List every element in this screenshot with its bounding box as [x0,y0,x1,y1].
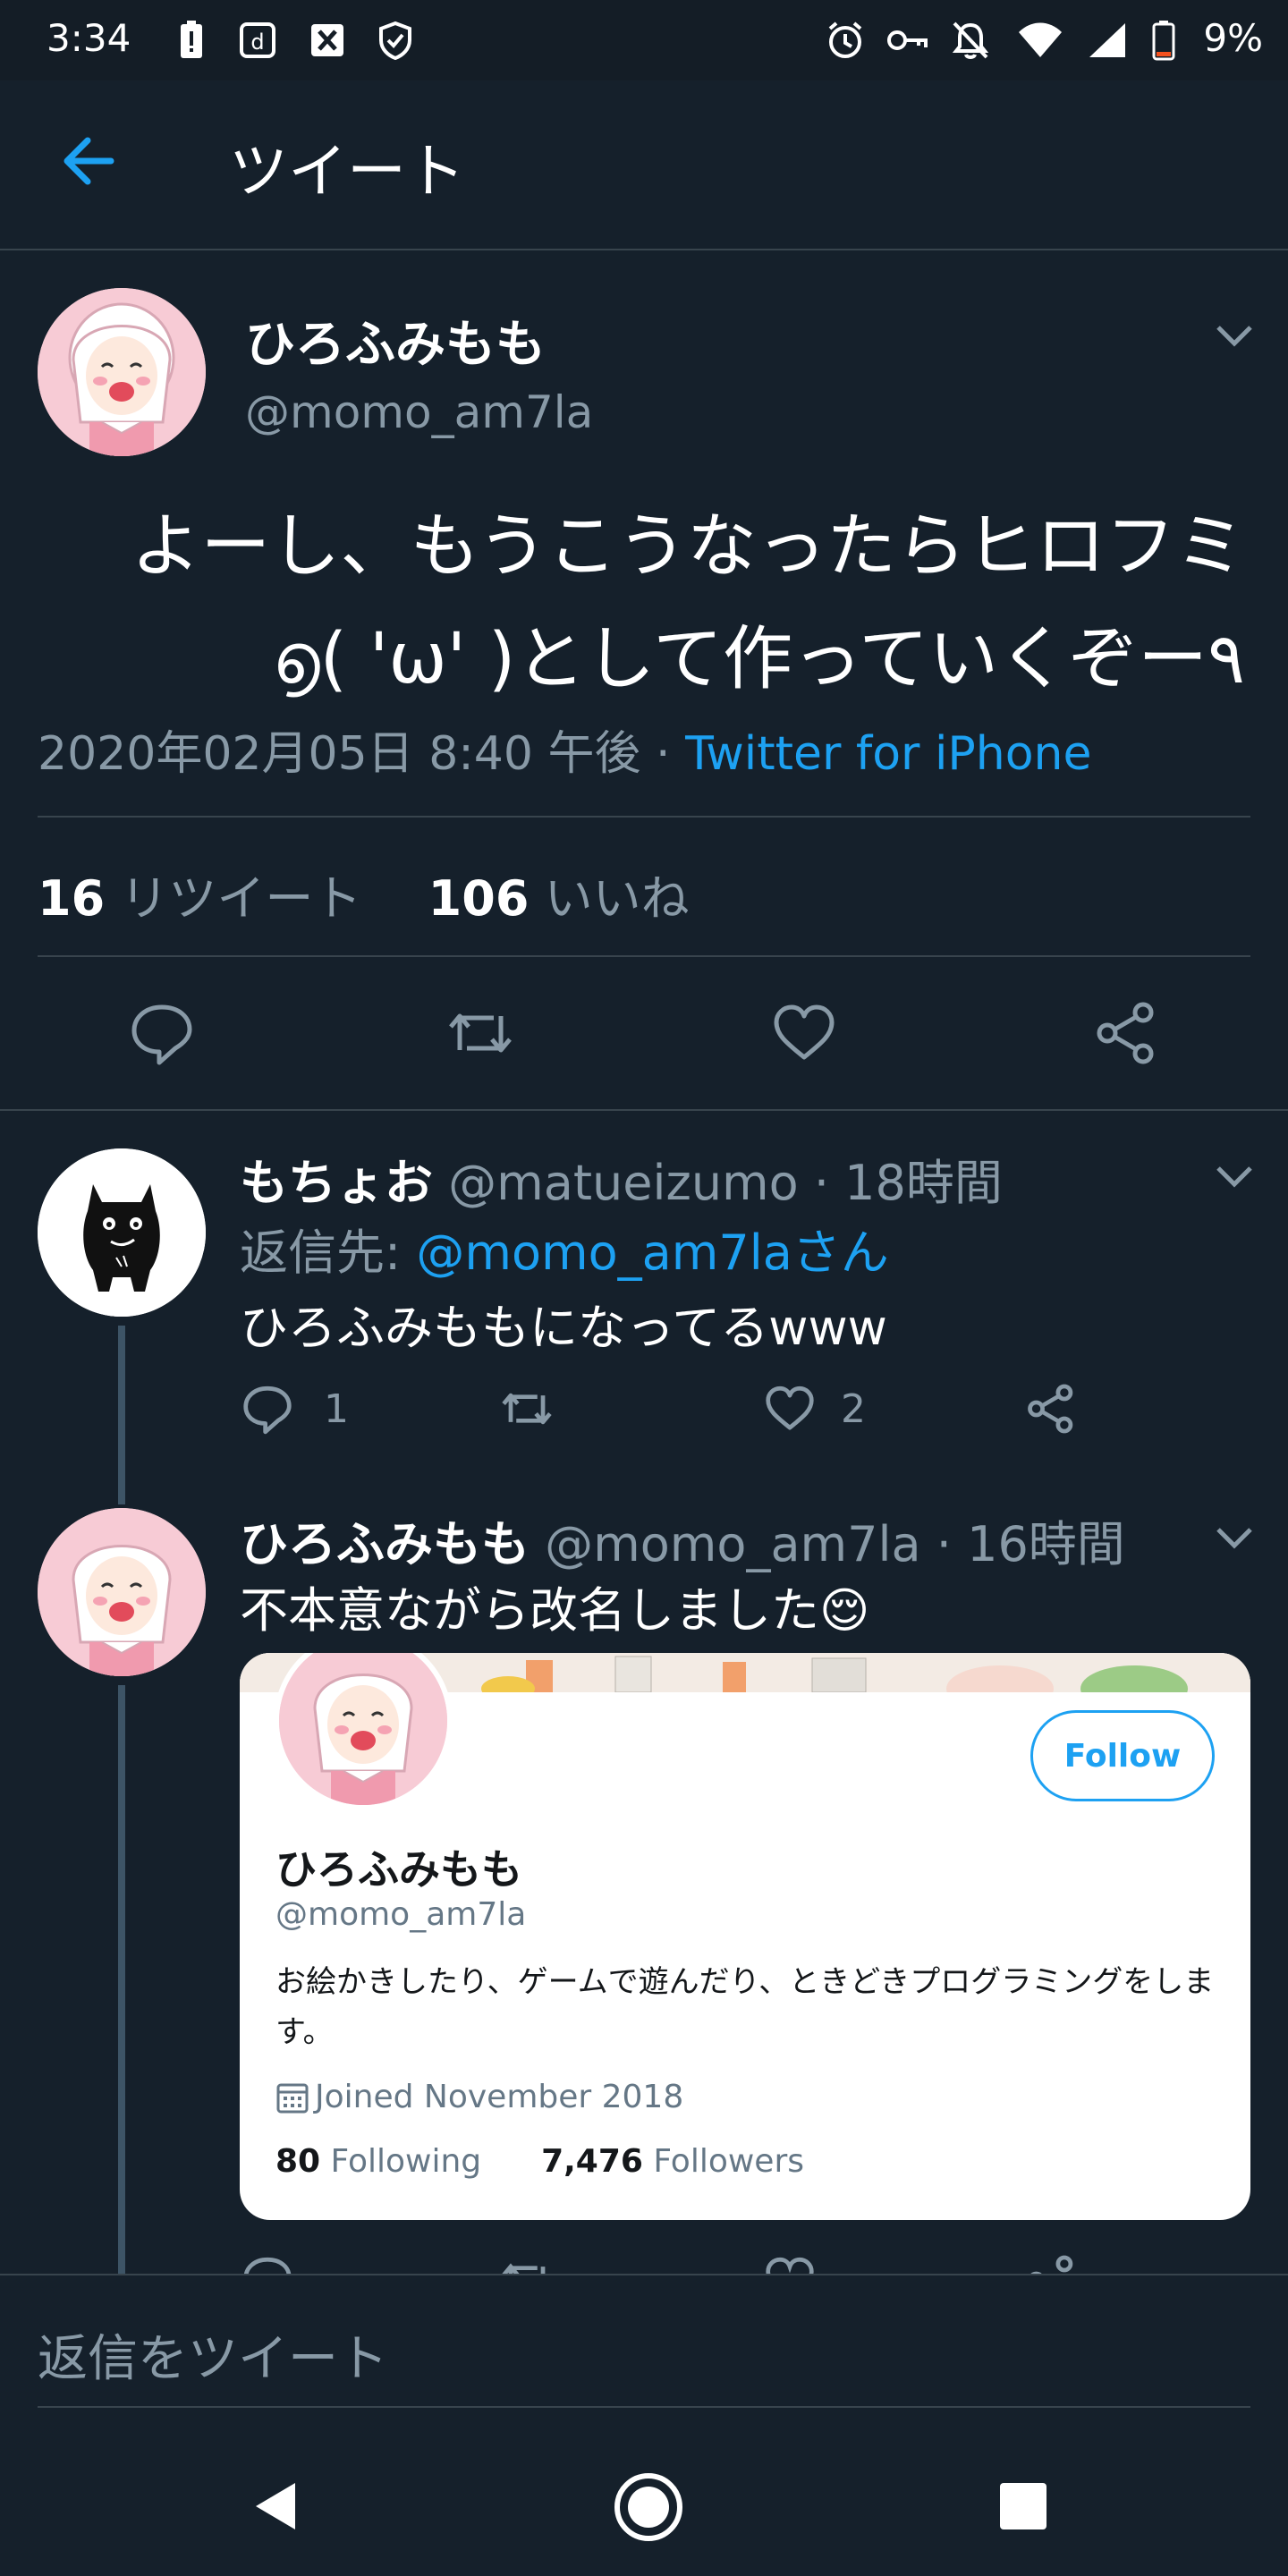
following-label: Following [320,2143,482,2180]
author-handle[interactable]: @momo_am7la [245,386,593,438]
reply-to-label: 返信先: [240,1224,417,1281]
followers-label: Followers [642,2143,805,2180]
reply-author-handle[interactable]: @matueizumo · 18時間 [433,1155,1003,1211]
reply-header: もちょお @matueizumo · 18時間 [240,1143,1003,1214]
like-icon[interactable] [764,1383,816,1435]
chevron-down-icon[interactable] [1215,1524,1254,1551]
reply-author-handle[interactable]: @momo_am7la · 16時間 [530,1516,1125,1572]
avatar[interactable] [38,1508,206,1676]
like-count[interactable]: 106 [428,870,530,927]
reply-to-link[interactable]: @momo_am7laさん [416,1224,888,1281]
tweet-timestamp: 2020年02月05日 8:40 午後 [38,727,641,781]
retweet-icon[interactable] [501,1383,553,1435]
reply-input-placeholder[interactable]: 返信をツイート [38,2318,388,2391]
thread-line [118,1326,125,1504]
status-bar: 3:34 d 9% [0,0,1288,80]
avatar [274,1653,453,1810]
reply-icon[interactable] [242,1383,293,1435]
card-profile-handle: @momo_am7la [275,1896,527,1933]
alarm-icon [825,20,866,61]
tweet-text-line-1: よーし、もうこうなったらヒロフミ [131,506,1245,587]
page-title: ツイート [229,137,465,206]
divider [38,955,1250,957]
retweet-icon[interactable] [447,1000,513,1066]
card-profile-bio: お絵かきしたり、ゲームで遊んだり、ときどきプログラミングをします。 [275,1964,1215,2050]
tweet-text-line-2: ൭( 'ω' )として作っていくぞー٩ [272,619,1245,699]
reply-author-name[interactable]: ひろふみもも [240,1516,530,1572]
notifications-off-icon [950,20,991,61]
follow-button[interactable]: Follow [1030,1710,1215,1801]
nav-back-icon[interactable] [250,2479,301,2533]
cell-signal-icon [1084,20,1129,61]
reply-icon[interactable] [129,1000,195,1066]
system-nav-bar [0,2408,1288,2576]
calendar-icon [275,2080,309,2114]
divider [38,816,1250,818]
tweet-source-link[interactable]: Twitter for iPhone [685,727,1091,781]
meta-separator: · [640,727,686,781]
share-icon[interactable] [1025,1383,1077,1435]
reply-text: ひろふみももになってるwww [240,1300,887,1356]
reply-text: 不本意ながら改名しました😌 [240,1582,870,1639]
tweet-text: よーし、もうこうなったらヒロフミ ൭( 'ω' )として作っていくぞー٩ [47,490,1245,716]
card-profile-name: ひろふみもも [275,1845,522,1894]
thread-line [118,1685,125,2274]
card-follow-stats: 80 Following 7,476 Followers [275,2143,804,2180]
retweet-count[interactable]: 16 [38,870,105,927]
card-joined-date: Joined November 2018 [315,2079,684,2115]
avatar[interactable] [38,1148,206,1317]
chevron-down-icon[interactable] [1215,1163,1254,1190]
reply-compose-bar[interactable]: 返信をツイート [0,2274,1288,2409]
nav-home-icon[interactable] [614,2472,683,2542]
author-name[interactable]: ひろふみもも [245,304,546,377]
followers-count: 7,476 [541,2143,643,2180]
like-label[interactable]: いいね [529,870,690,927]
status-time: 3:34 [47,16,131,60]
embedded-profile-card[interactable]: Follow ひろふみもも @momo_am7la お絵かきしたり、ゲームで遊ん… [240,1653,1250,2220]
following-count: 80 [275,2143,321,2180]
wifi-icon [1016,20,1064,61]
avatar[interactable] [38,288,206,456]
battery-low-icon [1150,20,1177,61]
share-icon[interactable] [1093,1000,1159,1066]
reply-count: 1 [324,1386,349,1432]
battery-percent: 9% [1203,16,1263,60]
retweet-label[interactable]: リツイート [105,870,361,927]
vpn-key-icon [886,20,930,61]
like-count: 2 [841,1386,866,1432]
d-app-icon: d [238,20,277,61]
top-app-bar: ツイート [0,80,1288,250]
shield-icon [376,20,415,61]
tweet-counts: 16 リツイート 106 いいね [38,859,690,929]
reply-header: ひろふみもも @momo_am7la · 16時間 [240,1504,1125,1575]
battery-alert-icon [175,20,208,61]
x-app-icon [308,20,347,61]
reply-author-name[interactable]: もちょお [240,1155,433,1211]
like-icon[interactable] [771,1000,837,1066]
tweet-meta: 2020年02月05日 8:40 午後 · Twitter for iPhone [38,716,1091,783]
chevron-down-icon[interactable] [1215,322,1254,349]
nav-recents-icon[interactable] [998,2481,1048,2531]
back-arrow-icon[interactable] [57,130,120,192]
reply-to: 返信先: @momo_am7laさん [240,1213,889,1284]
svg-text:d: d [250,30,264,55]
divider [0,1109,1288,1111]
